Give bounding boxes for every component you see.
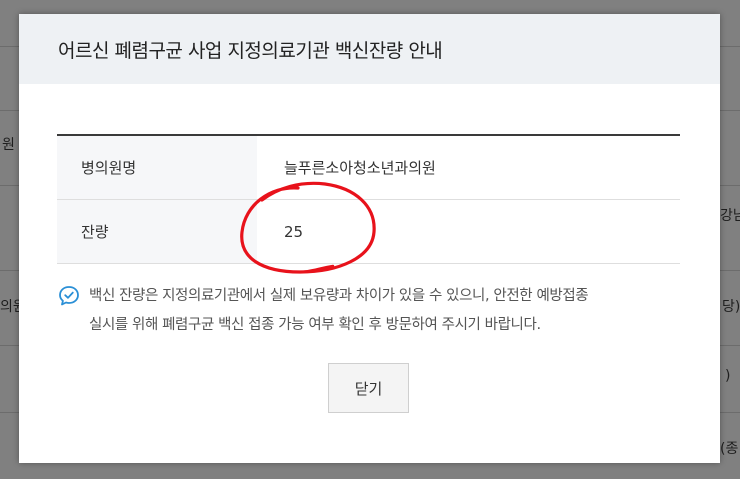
stock-label: 잔량 xyxy=(57,200,257,263)
close-button[interactable]: 닫기 xyxy=(328,363,409,413)
modal-header: 어르신 폐렴구균 사업 지정의료기관 백신잔량 안내 xyxy=(19,14,720,84)
bg-text: 강남 xyxy=(720,208,740,224)
notice-line: 백신 잔량은 지정의료기관에서 실제 보유량과 차이가 있을 수 있으니, 안전… xyxy=(89,288,589,304)
vaccine-stock-modal: 어르신 폐렴구균 사업 지정의료기관 백신잔량 안내 병의원명 늘푸른소아청소년… xyxy=(19,14,720,463)
table-row: 잔량 25 xyxy=(57,200,680,264)
bg-text: 원 xyxy=(2,137,15,153)
hospital-name-label: 병의원명 xyxy=(57,136,257,199)
notice-line: 실시를 위해 폐렴구균 백신 접종 가능 여부 확인 후 방문하여 주시기 바랍… xyxy=(89,317,541,333)
info-table: 병의원명 늘푸른소아청소년과의원 잔량 25 xyxy=(57,134,680,264)
notice: 백신 잔량은 지정의료기관에서 실제 보유량과 차이가 있을 수 있으니, 안전… xyxy=(57,282,687,340)
bg-text: 당) xyxy=(722,299,740,315)
table-row: 병의원명 늘푸른소아청소년과의원 xyxy=(57,136,680,200)
bg-text: (종 xyxy=(720,441,739,457)
bg-text: ) xyxy=(725,368,731,384)
hospital-name-value: 늘푸른소아청소년과의원 xyxy=(284,159,436,177)
modal-title: 어르신 폐렴구균 사업 지정의료기관 백신잔량 안내 xyxy=(58,39,443,62)
stock-value: 25 xyxy=(284,222,304,241)
notice-text: 백신 잔량은 지정의료기관에서 실제 보유량과 차이가 있을 수 있으니, 안전… xyxy=(89,282,589,340)
chat-check-icon xyxy=(59,286,79,306)
